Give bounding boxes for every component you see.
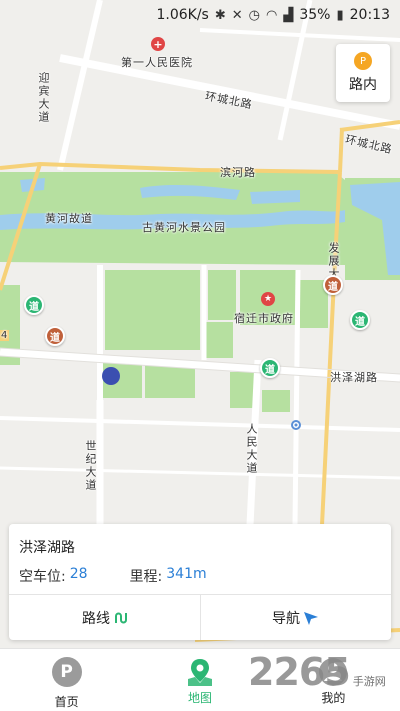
green-block-2 bbox=[208, 270, 236, 320]
battery-percent: 35% bbox=[299, 7, 331, 23]
green-block-1 bbox=[105, 270, 200, 350]
wifi-icon: ◠ bbox=[266, 7, 278, 23]
navigation-arrow-icon bbox=[304, 611, 318, 625]
road-parking-marker-icon[interactable]: 道 bbox=[323, 275, 343, 295]
status-bar: 1.06K/s ✱ ✕ ◷ ◠ ▟ 35% ▮ 20:13 bbox=[0, 0, 400, 30]
distance-value: 341m bbox=[166, 566, 207, 582]
vacancy-value: 28 bbox=[69, 566, 88, 582]
navigate-label: 导航 bbox=[272, 610, 300, 627]
map-label-government: 宿迁市政府 bbox=[234, 312, 294, 325]
network-speed: 1.06K/s bbox=[156, 7, 209, 23]
road-vert-298 bbox=[292, 269, 301, 526]
parking-info-card: 洪泽湖路 空车位: 28 里程: 341m 路线 导航 bbox=[9, 524, 391, 640]
watermark-site: 手游网 bbox=[352, 675, 386, 688]
map-label-shiji: 世纪大道 bbox=[84, 440, 97, 492]
road-parking-marker-icon[interactable]: 道 bbox=[350, 310, 370, 330]
road-name: 洪泽湖路 bbox=[19, 540, 75, 556]
green-block-9 bbox=[262, 390, 290, 412]
clock: 20:13 bbox=[349, 7, 390, 23]
nav-map[interactable]: 地图 bbox=[133, 649, 266, 711]
road-parking-marker-icon[interactable]: 道 bbox=[260, 358, 280, 378]
map-label-huanghe-gudao: 黄河故道 bbox=[45, 212, 93, 225]
green-block-8 bbox=[230, 372, 255, 408]
nav-home[interactable]: P 首页 bbox=[0, 649, 133, 711]
alarm-icon: ◷ bbox=[248, 7, 261, 23]
road-parking-marker-icon[interactable]: 道 bbox=[45, 326, 65, 346]
pond-2 bbox=[250, 190, 300, 204]
mute-icon: ✕ bbox=[231, 7, 243, 23]
map-label-yingbin: 迎宾大道 bbox=[37, 72, 50, 124]
green-block-4 bbox=[203, 322, 233, 358]
road-parking-marker-icon[interactable]: 道 bbox=[24, 295, 44, 315]
nav-map-label: 地图 bbox=[187, 691, 212, 705]
bluetooth-icon: ✱ bbox=[214, 7, 226, 23]
map-label-renmin: 人民大道 bbox=[245, 423, 258, 475]
moon-poi bbox=[102, 367, 120, 385]
road-parking-button[interactable]: P 路内 bbox=[336, 44, 390, 102]
road-huancheng-vert bbox=[338, 127, 344, 173]
road-parking-label: 路内 bbox=[349, 77, 377, 93]
parking-icon: P bbox=[51, 657, 82, 687]
nav-home-label: 首页 bbox=[54, 695, 79, 709]
star-icon: ★ bbox=[261, 292, 275, 306]
signal-icon: ▟ bbox=[283, 7, 294, 23]
map-label-hongzehu: 洪泽湖路 bbox=[330, 371, 378, 384]
site-watermark: 2265 手游网 bbox=[248, 650, 386, 694]
watermark-brand: 2265 bbox=[248, 650, 351, 694]
battery-icon: ▮ bbox=[336, 7, 344, 23]
distance-label: 里程: bbox=[129, 569, 163, 585]
route-button[interactable]: 路线 bbox=[9, 595, 200, 640]
route-icon bbox=[115, 612, 127, 623]
map-label-hospital: 第一人民医院 bbox=[121, 56, 193, 69]
parking-stats: 空车位: 28 里程: 341m bbox=[19, 566, 207, 586]
parking-pin-icon: P bbox=[354, 52, 372, 70]
vacancy-label: 空车位: bbox=[19, 569, 66, 585]
map-label-park: 古黄河水景公园 bbox=[142, 221, 226, 234]
map-label-binhe: 滨河路 bbox=[220, 166, 256, 179]
route-label: 路线 bbox=[82, 610, 110, 627]
navigate-button[interactable]: 导航 bbox=[200, 595, 391, 640]
hospital-icon: + bbox=[151, 37, 165, 51]
map-pin-icon bbox=[187, 659, 212, 686]
map-label-edge-number: 4 bbox=[0, 330, 10, 341]
